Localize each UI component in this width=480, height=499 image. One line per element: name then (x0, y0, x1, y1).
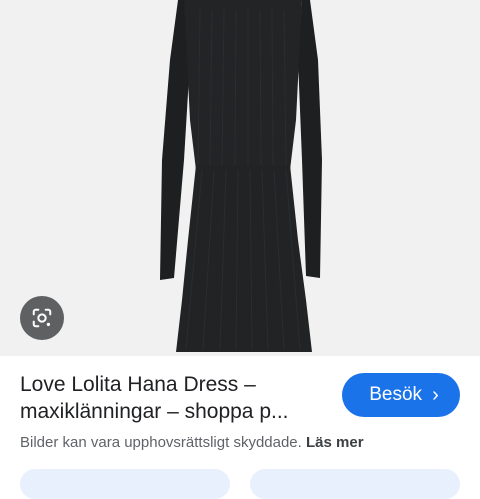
read-more-link[interactable]: Läs mer (306, 434, 364, 451)
action-chip-right[interactable] (250, 469, 460, 499)
google-lens-button[interactable] (20, 296, 64, 340)
action-chip-left[interactable] (20, 469, 230, 499)
chevron-right-icon: › (432, 384, 439, 406)
copyright-text: Bilder kan vara upphovsrättsligt skyddad… (20, 434, 302, 451)
dress-image (160, 0, 322, 352)
product-image[interactable] (0, 0, 480, 356)
product-title-line-1: Love Lolita Hana Dress – (20, 373, 256, 396)
product-title-line-2: maxiklänningar – shoppa p... (20, 400, 289, 423)
copyright-notice: Bilder kan vara upphovsrättsligt skyddad… (20, 434, 364, 451)
google-lens-icon (32, 308, 52, 328)
product-title[interactable]: Love Lolita Hana Dress – maxiklänningar … (20, 371, 325, 425)
visit-button[interactable]: Besök › (342, 373, 460, 417)
visit-button-label: Besök (369, 384, 423, 405)
